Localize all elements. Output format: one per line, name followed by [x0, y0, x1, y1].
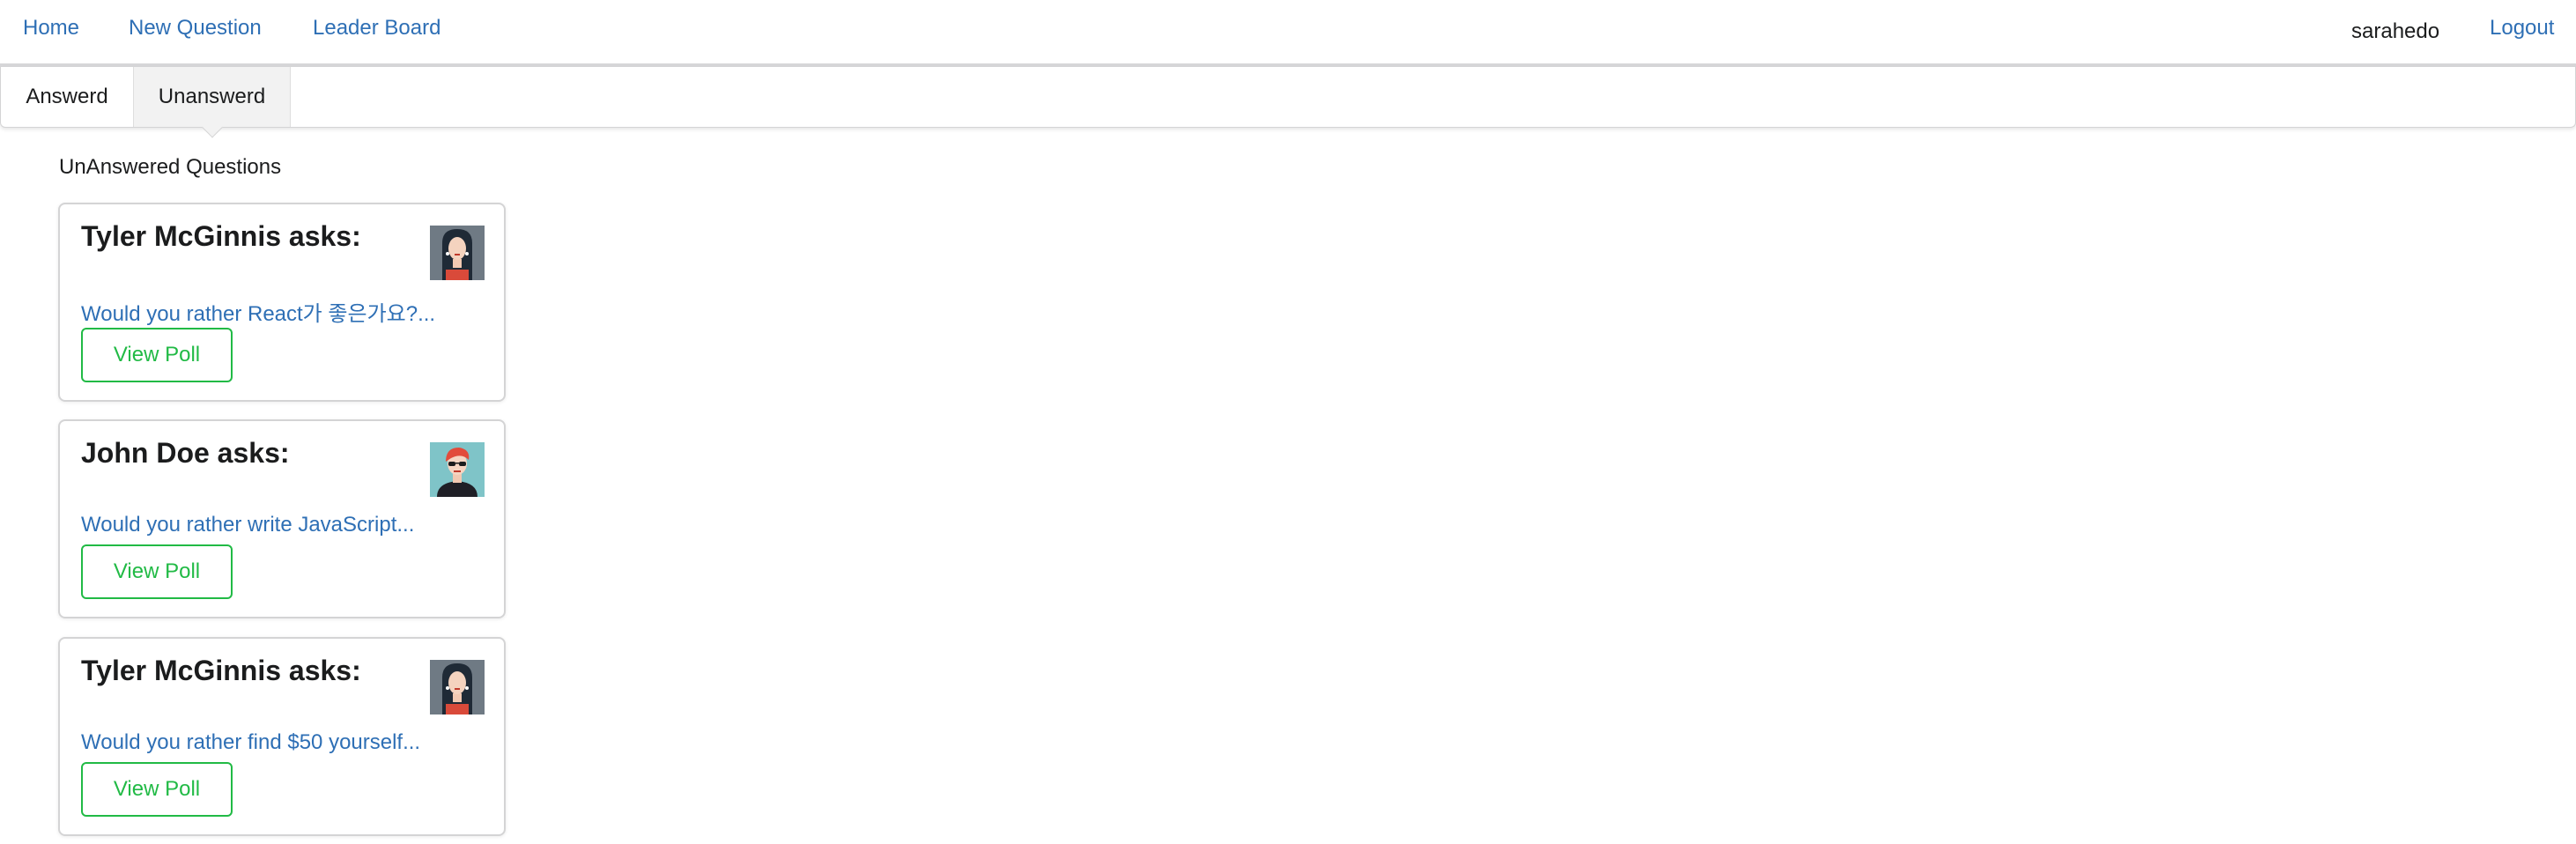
- question-preview-link[interactable]: Would you rather React가 좋은가요?...: [81, 296, 435, 327]
- view-poll-button[interactable]: View Poll: [81, 544, 233, 599]
- nav-leader-board-link[interactable]: Leader Board: [313, 16, 440, 41]
- woman-red-hair-glasses-avatar-icon: [430, 442, 485, 497]
- username-label: sarahedo: [2351, 19, 2440, 43]
- avatar: [430, 660, 485, 714]
- question-card: John Doe asks: Would you rather write Ja…: [58, 419, 506, 618]
- tab-unanswered[interactable]: Unanswerd: [133, 67, 291, 127]
- view-poll-button[interactable]: View Poll: [81, 762, 233, 817]
- asker-name: Tyler McGinnis asks:: [81, 655, 361, 686]
- nav-home-link[interactable]: Home: [23, 16, 79, 41]
- avatar: [430, 226, 485, 280]
- question-card: Tyler McGinnis asks: Would you rather Re…: [58, 203, 506, 402]
- view-poll-button[interactable]: View Poll: [81, 328, 233, 382]
- question-tabs: Answerd Unanswerd: [0, 67, 2576, 128]
- nav-new-question-link[interactable]: New Question: [129, 16, 262, 41]
- asker-name: John Doe asks:: [81, 437, 290, 469]
- logout-link[interactable]: Logout: [2490, 16, 2554, 41]
- question-card: Tyler McGinnis asks: Would you rather fi…: [58, 637, 506, 836]
- woman-long-dark-hair-avatar-icon: [430, 660, 485, 714]
- asker-name: Tyler McGinnis asks:: [81, 220, 361, 252]
- woman-long-dark-hair-avatar-icon: [430, 226, 485, 280]
- top-navbar: Home New Question Leader Board sarahedo …: [0, 0, 2576, 67]
- section-title: UnAnswered Questions: [59, 155, 282, 179]
- question-preview-link[interactable]: Would you rather write JavaScript...: [81, 513, 414, 537]
- question-preview-link[interactable]: Would you rather find $50 yourself...: [81, 730, 420, 755]
- tab-answered[interactable]: Answerd: [1, 67, 133, 127]
- avatar: [430, 442, 485, 497]
